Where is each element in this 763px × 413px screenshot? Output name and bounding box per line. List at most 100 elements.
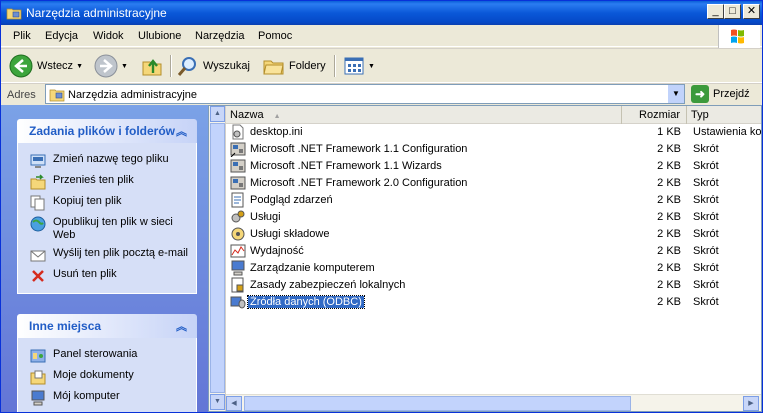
column-header-name[interactable]: Nazwa ▲ [226,106,622,124]
task-label: Przenieś ten plik [53,174,134,186]
file-size: 1 KB [657,126,681,138]
file-row[interactable]: Zasady zabezpieczeń lokalnych 2 KB Skrót [226,277,761,294]
column-header-size[interactable]: Rozmiar [622,106,687,124]
menu-file[interactable]: Plik [13,30,31,42]
forward-dropdown-icon[interactable]: ▼ [121,63,128,70]
file-row[interactable]: Zarządzanie komputerem 2 KB Skrót [226,260,761,277]
address-value: Narzędzia administracyjne [68,89,197,101]
menu-edit[interactable]: Edycja [45,30,78,42]
rename-icon [30,154,46,168]
go-label: Przejdź [713,88,750,100]
file-row[interactable]: Microsoft .NET Framework 1.1 Wizards 2 K… [226,158,761,175]
title-bar[interactable]: Narzędzia administracyjne _ □ ✕ [1,1,762,25]
collapse-chevron-icon[interactable]: ︽ [176,123,187,139]
file-size: 2 KB [657,296,681,308]
file-row[interactable]: desktop.ini 1 KB Ustawienia konfig [226,124,761,141]
place-label: Moje dokumenty [53,369,134,381]
windows-flag-icon [731,29,744,44]
collapse-chevron-icon[interactable]: ︽ [176,318,187,334]
task-email[interactable]: Wyślij ten plik pocztą e-mail [18,245,196,266]
file-row[interactable]: Usługi 2 KB Skrót [226,209,761,226]
file-name: Microsoft .NET Framework 1.1 Wizards [250,160,442,172]
column-type-label: Typ [691,109,709,121]
go-button[interactable]: ➜ Przejdź [691,84,750,104]
file-size: 2 KB [657,211,681,223]
copy-icon [30,195,45,211]
file-size: 2 KB [657,245,681,257]
address-input[interactable]: Narzędzia administracyjne ▼ [45,84,685,104]
menu-view[interactable]: Widok [93,30,124,42]
admin-tools-folder-icon [6,8,22,20]
component-services-icon [231,227,245,241]
file-row[interactable]: Usługi składowe 2 KB Skrót [226,226,761,243]
forward-button[interactable]: ▼ [94,53,128,79]
scroll-down-button[interactable]: ▼ [210,394,225,410]
file-name: Usługi składowe [250,228,330,240]
scroll-up-button[interactable]: ▲ [210,106,225,122]
column-name-label: Nazwa [230,109,264,121]
file-size: 2 KB [657,143,681,155]
file-size: 2 KB [657,160,681,172]
place-control-panel[interactable]: Panel sterowania [18,346,196,367]
odbc-icon [230,296,246,309]
up-folder-button[interactable] [141,53,163,79]
file-size: 2 KB [657,228,681,240]
file-row[interactable]: Podgląd zdarzeń 2 KB Skrót [226,192,761,209]
file-name: Zarządzanie komputerem [250,262,375,274]
folders-button[interactable]: Foldery [263,53,326,79]
task-publish[interactable]: Opublikuj ten plik w sieci Web [18,214,196,245]
net-wizards-icon [230,159,246,173]
forward-arrow-icon [94,54,118,78]
file-type: Skrót [693,160,719,172]
vertical-scroll-thumb[interactable] [210,123,225,393]
file-name: Podgląd zdarzeń [250,194,333,206]
file-row-selected[interactable]: Źródła danych (ODBC) 2 KB Skrót [226,294,761,311]
delete-icon [32,270,44,282]
admin-tools-folder-icon [49,89,65,102]
menu-favorites[interactable]: Ulubione [138,30,181,42]
file-row[interactable]: Microsoft .NET Framework 2.0 Configurati… [226,175,761,192]
close-button[interactable]: ✕ [743,4,760,19]
horizontal-scroll-thumb[interactable] [244,396,631,411]
folders-icon [263,60,284,75]
other-places-panel: Inne miejsca ︽ Panel sterowania Moje dok… [17,314,197,412]
file-tasks-header[interactable]: Zadania plików i folderów ︽ [17,119,197,143]
address-label: Adres [7,89,36,101]
back-button[interactable]: Wstecz ▼ [9,53,83,79]
file-row[interactable]: Microsoft .NET Framework 1.1 Configurati… [226,141,761,158]
task-copy[interactable]: Kopiuj ten plik [18,193,196,214]
menu-tools[interactable]: Narzędzia [195,30,245,42]
task-delete[interactable]: Usuń ten plik [18,266,196,287]
address-dropdown-button[interactable]: ▼ [667,85,684,103]
minimize-button[interactable]: _ [707,4,724,19]
column-header-type[interactable]: Typ [687,106,761,124]
other-places-header[interactable]: Inne miejsca ︽ [17,314,197,338]
task-rename[interactable]: Zmień nazwę tego pliku [18,151,196,172]
task-move[interactable]: Przenieś ten plik [18,172,196,193]
sort-ascending-icon: ▲ [273,113,281,120]
task-label: Kopiuj ten plik [53,195,122,207]
go-arrow-icon: ➜ [691,85,709,103]
back-dropdown-icon[interactable]: ▼ [76,63,83,70]
maximize-button[interactable]: □ [724,4,741,19]
scroll-right-button[interactable]: ▶ [743,396,759,411]
file-row[interactable]: Wydajność 2 KB Skrót [226,243,761,260]
views-dropdown-icon[interactable]: ▼ [368,63,375,70]
horizontal-scrollbar[interactable]: ◀ ▶ [226,394,761,411]
file-type: Skrót [693,211,719,223]
search-label: Wyszukaj [203,60,250,72]
up-folder-icon [142,59,162,76]
file-size: 2 KB [657,194,681,206]
search-button[interactable]: Wyszukaj [177,53,250,79]
menu-help[interactable]: Pomoc [258,30,292,42]
place-my-computer[interactable]: Mój komputer [18,388,196,409]
file-list-view[interactable]: ▲ ▼ Nazwa ▲ Rozmiar Typ desktop.ini 1 KB … [208,105,762,412]
vertical-scrollbar[interactable]: ▲ ▼ [209,106,226,411]
task-label: Wyślij ten plik pocztą e-mail [53,247,188,259]
file-rows: desktop.ini 1 KB Ustawienia konfig Micro… [226,124,761,311]
scroll-left-button[interactable]: ◀ [226,396,242,411]
back-arrow-icon [9,54,33,78]
place-label: Mój komputer [53,390,120,402]
place-my-documents[interactable]: Moje dokumenty [18,367,196,388]
views-button[interactable]: ▼ [343,53,375,79]
